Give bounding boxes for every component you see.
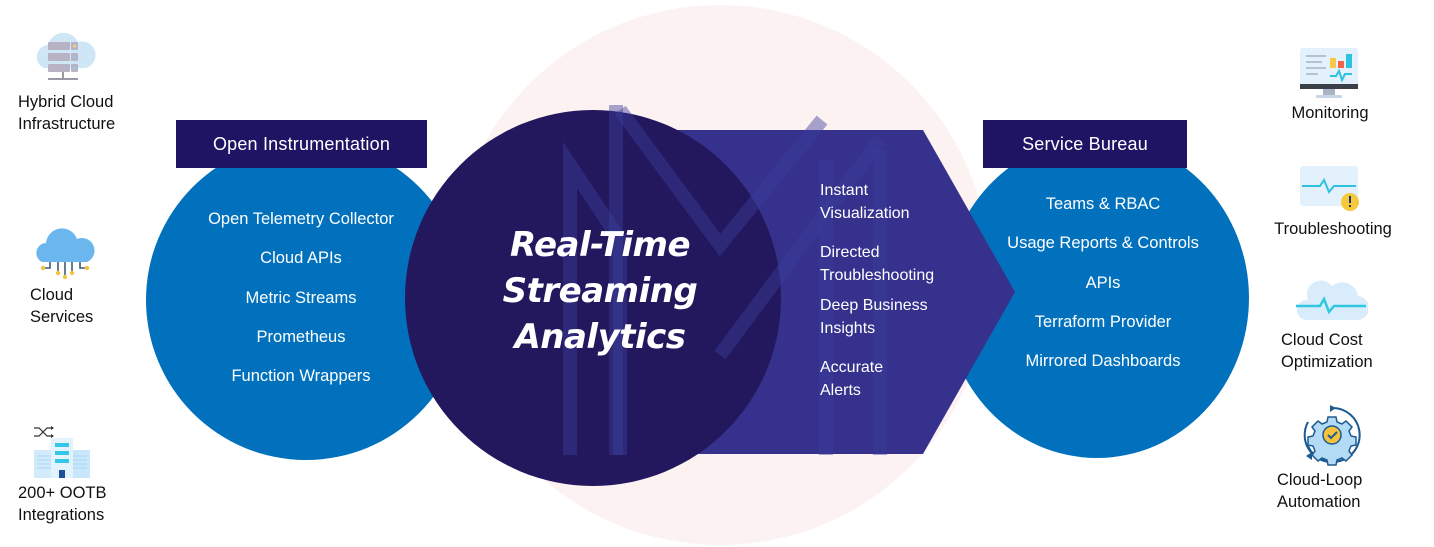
open-instrumentation-list: Open Telemetry Collector Cloud APIs Metr… [170, 200, 432, 396]
list-item: Terraform Provider [1034, 312, 1172, 331]
list-item: Prometheus [256, 327, 346, 346]
right-item-label: Cloud Cost [1281, 331, 1363, 349]
service-bureau-header: Service Bureau [983, 120, 1187, 168]
feature-line: Insights [820, 319, 876, 337]
center-title-line: Real-Time [509, 225, 691, 265]
feature-item: Deep Business Insights [820, 295, 934, 340]
left-item-label: Cloud [30, 286, 74, 304]
service-bureau-list: Teams & RBAC Usage Reports & Controls AP… [975, 185, 1231, 381]
server-cloud-icon [36, 32, 96, 80]
list-item: Usage Reports & Controls [1007, 234, 1199, 253]
monitor-dashboard-icon [1300, 48, 1358, 98]
cloud-pulse-icon [1296, 280, 1368, 321]
list-item: Function Wrappers [231, 367, 371, 386]
left-item-label: Infrastructure [18, 114, 116, 133]
right-item-monitoring: Monitoring [1270, 103, 1390, 125]
right-item-troubleshooting: Troubleshooting [1258, 219, 1408, 241]
right-item-label: Optimization [1281, 352, 1373, 371]
features-list: Instant Visualization Directed Troublesh… [820, 180, 934, 419]
left-item-cloud-services: Cloud Services [30, 285, 93, 328]
service-bureau-title: Service Bureau [1022, 133, 1148, 154]
building-integrations-icon [34, 426, 90, 478]
right-item-cloud-loop: Cloud-Loop Automation [1262, 470, 1397, 513]
left-item-label: Hybrid Cloud [18, 93, 114, 111]
right-item-label: Monitoring [1291, 104, 1369, 122]
left-item-label: Integrations [18, 505, 105, 524]
heartbeat-alert-icon [1300, 166, 1359, 211]
list-item: Open Telemetry Collector [208, 210, 394, 228]
open-instrumentation-header: Open Instrumentation [176, 120, 427, 168]
left-item-label: Services [30, 307, 94, 326]
list-item: Mirrored Dashboards [1025, 352, 1181, 371]
right-item-cloud-cost: Cloud Cost Optimization [1270, 330, 1400, 373]
feature-line: Visualization [820, 204, 910, 222]
left-item-label: 200+ OOTB [18, 484, 107, 502]
feature-line: Instant [820, 182, 869, 199]
right-item-label: Troubleshooting [1274, 220, 1392, 238]
feature-line: Accurate [820, 359, 884, 376]
left-item-integrations: 200+ OOTB Integrations [18, 483, 107, 526]
right-item-label: Cloud-Loop [1277, 471, 1363, 489]
feature-line: Deep Business [820, 297, 928, 314]
feature-line: Directed [820, 244, 880, 261]
cloud-network-icon [36, 228, 95, 280]
list-item: APIs [1085, 273, 1121, 292]
open-instrumentation-title: Open Instrumentation [212, 133, 391, 154]
feature-line: Troubleshooting [820, 266, 935, 284]
right-item-label: Automation [1277, 492, 1361, 511]
center-title-line: Streaming [502, 271, 698, 311]
list-item: Cloud APIs [260, 249, 342, 268]
left-item-hybrid-cloud: Hybrid Cloud Infrastructure [18, 92, 115, 135]
list-item: Metric Streams [245, 288, 357, 307]
feature-item: Directed Troubleshooting [820, 242, 934, 287]
center-title-line: Analytics [514, 317, 686, 357]
feature-item: Instant Visualization [820, 180, 934, 225]
feature-item: Accurate Alerts [820, 357, 934, 402]
gear-cycle-icon [1303, 405, 1361, 466]
feature-line: Alerts [820, 381, 861, 399]
list-item: Teams & RBAC [1045, 195, 1161, 213]
center-title: Real-Time Streaming Analytics [440, 222, 760, 360]
